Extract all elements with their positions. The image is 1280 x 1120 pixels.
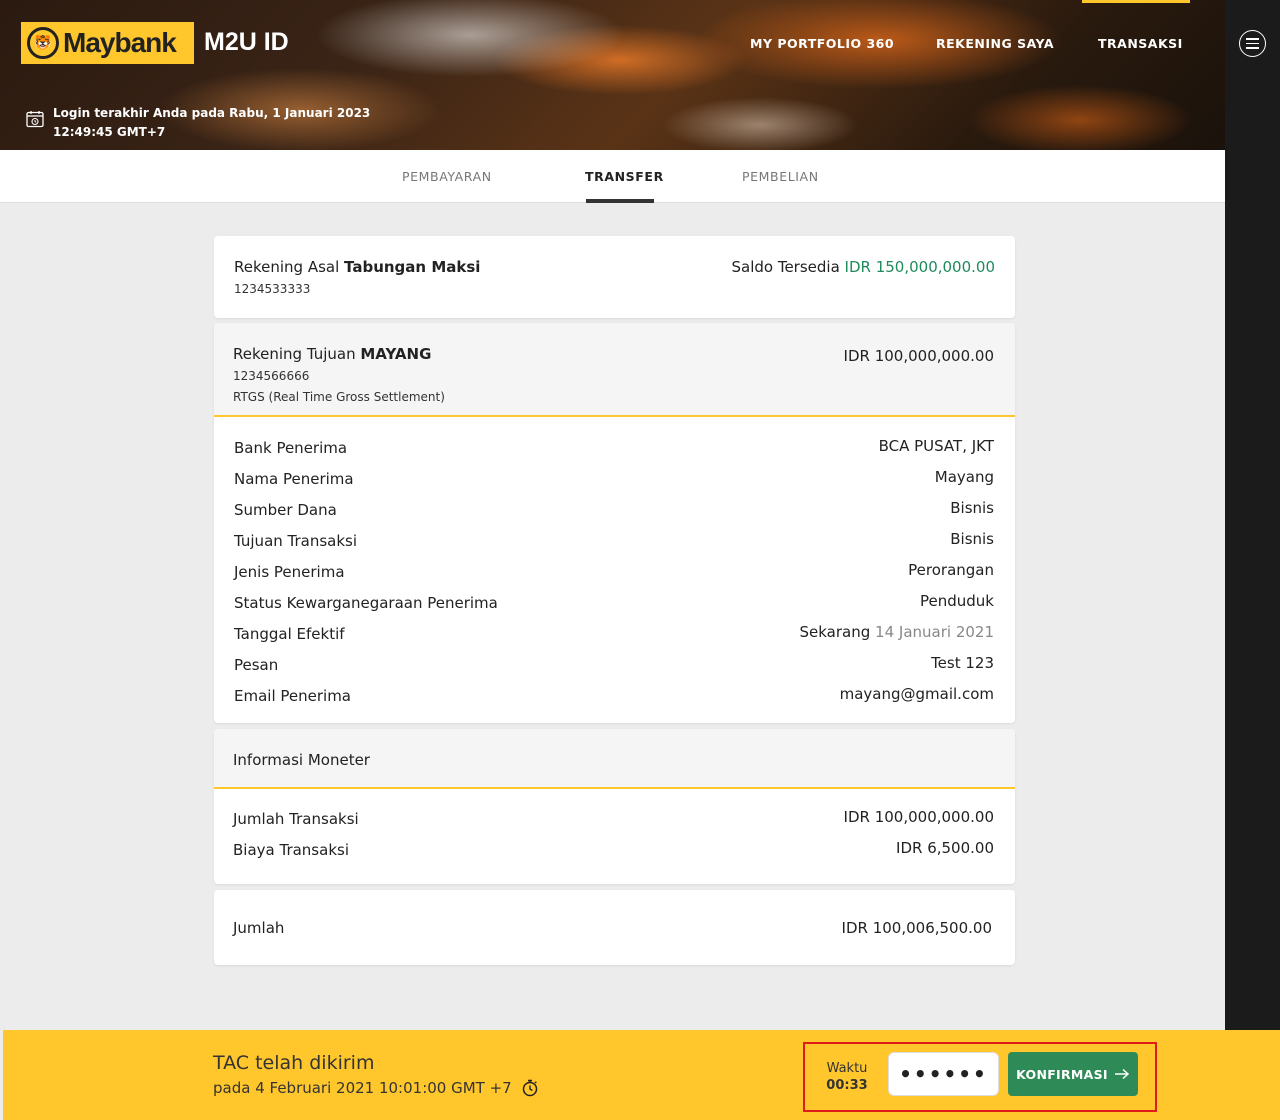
stopwatch-icon — [522, 1079, 537, 1097]
tac-title: TAC telah dikirim — [213, 1052, 375, 1074]
detail-label: Tanggal Efektif — [234, 625, 345, 643]
tab-pembelian[interactable]: PEMBELIAN — [742, 169, 819, 184]
available-balance: Saldo Tersedia IDR 150,000,000.00 — [731, 258, 995, 276]
transaction-tabs: PEMBAYARAN TRANSFER PEMBELIAN — [0, 150, 1225, 203]
tiger-emblem-icon: 🐯 — [27, 27, 59, 59]
tac-sent-info: pada 4 Februari 2021 10:01:00 GMT +7 — [213, 1079, 539, 1097]
logo-text: Maybank — [63, 27, 177, 58]
destination-header: Rekening Tujuan MAYANG 1234566666 RTGS (… — [214, 323, 1015, 417]
header-banner: 🐯 Maybank M2U ID MY PORTFOLIO 360 REKENI… — [0, 0, 1225, 150]
monetary-title: Informasi Moneter — [233, 751, 370, 769]
last-login-text: Login terakhir Anda pada Rabu, 1 Januari… — [53, 106, 371, 139]
detail-label: Pesan — [234, 656, 279, 674]
nav-my-portfolio[interactable]: MY PORTFOLIO 360 — [750, 36, 894, 51]
right-sidebar — [1225, 0, 1280, 1030]
source-account-card: Rekening Asal Tabungan Maksi 1234533333 … — [214, 236, 1015, 318]
source-account-number: 1234533333 — [234, 282, 311, 296]
nav-transaksi[interactable]: TRANSAKSI — [1098, 36, 1183, 51]
tab-pembayaran[interactable]: PEMBAYARAN — [402, 169, 492, 184]
tac-timer: Waktu 00:33 — [824, 1060, 870, 1094]
detail-value: BCA PUSAT, JKT — [878, 437, 994, 455]
detail-value: Penduduk — [920, 592, 994, 610]
monetary-info-card: Informasi Moneter Jumlah Transaksi IDR 1… — [214, 729, 1015, 884]
transfer-amount: IDR 100,000,000.00 — [843, 347, 994, 365]
detail-value: Bisnis — [950, 499, 994, 517]
tac-confirm-group: Waktu 00:33 KONFIRMASI — [803, 1042, 1157, 1112]
detail-value: Perorangan — [908, 561, 994, 579]
effective-date-now: Sekarang — [799, 623, 871, 641]
confirm-button[interactable]: KONFIRMASI — [1008, 1052, 1138, 1096]
total-label: Jumlah — [233, 919, 285, 937]
total-value: IDR 100,006,500.00 — [841, 919, 992, 937]
destination-account-name: MAYANG — [360, 345, 432, 363]
detail-value: mayang@gmail.com — [839, 685, 994, 703]
destination-account-title: Rekening Tujuan MAYANG — [233, 345, 431, 363]
monetary-value: IDR 6,500.00 — [896, 839, 994, 857]
detail-label: Jenis Penerima — [234, 563, 345, 581]
nav-active-indicator — [1082, 0, 1190, 3]
monetary-header: Informasi Moneter — [214, 729, 1015, 789]
arrow-right-icon — [1114, 1068, 1130, 1080]
effective-date-value: Sekarang 14 Januari 2021 — [800, 623, 995, 641]
tac-sent-time: pada 4 Februari 2021 10:01:00 GMT +7 — [213, 1079, 512, 1097]
source-account-label: Rekening Asal — [234, 258, 340, 276]
balance-value: IDR 150,000,000.00 — [844, 258, 995, 276]
detail-label: Sumber Dana — [234, 501, 337, 519]
last-login-info: Login terakhir Anda pada Rabu, 1 Januari… — [26, 104, 383, 142]
menu-icon[interactable] — [1239, 30, 1266, 57]
confirm-label: KONFIRMASI — [1016, 1066, 1108, 1082]
tac-input[interactable] — [888, 1052, 999, 1096]
detail-label: Bank Penerima — [234, 439, 348, 457]
source-account-title: Rekening Asal Tabungan Maksi — [234, 258, 480, 276]
balance-label: Saldo Tersedia — [731, 258, 840, 276]
timer-label: Waktu — [826, 1061, 868, 1076]
active-tab-underline — [586, 199, 654, 203]
detail-label: Status Kewarganegaraan Penerima — [234, 594, 498, 612]
nav-rekening-saya[interactable]: REKENING SAYA — [936, 36, 1054, 51]
tac-bar: TAC telah dikirim pada 4 Februari 2021 1… — [3, 1030, 1280, 1120]
monetary-label: Jumlah Transaksi — [233, 810, 359, 828]
source-account-name: Tabungan Maksi — [344, 258, 481, 276]
destination-account-number: 1234566666 — [233, 369, 310, 383]
maybank-logo[interactable]: 🐯 Maybank — [21, 22, 194, 64]
detail-label: Tujuan Transaksi — [234, 532, 358, 550]
detail-label: Nama Penerima — [234, 470, 354, 488]
total-card: Jumlah IDR 100,006,500.00 — [214, 890, 1015, 965]
destination-account-label: Rekening Tujuan — [233, 345, 356, 363]
monetary-label: Biaya Transaksi — [233, 841, 349, 859]
tab-transfer[interactable]: TRANSFER — [585, 169, 664, 184]
detail-value: Bisnis — [950, 530, 994, 548]
effective-date: 14 Januari 2021 — [875, 623, 994, 641]
timer-value: 00:33 — [826, 1078, 868, 1093]
transfer-method: RTGS (Real Time Gross Settlement) — [233, 390, 445, 404]
detail-label: Email Penerima — [234, 687, 351, 705]
monetary-value: IDR 100,000,000.00 — [843, 808, 994, 826]
detail-value: Test 123 — [931, 654, 994, 672]
destination-account-card: Rekening Tujuan MAYANG 1234566666 RTGS (… — [214, 323, 1015, 723]
calendar-clock-icon — [26, 111, 44, 128]
app-title: M2U ID — [204, 28, 289, 56]
detail-value: Mayang — [934, 468, 994, 486]
